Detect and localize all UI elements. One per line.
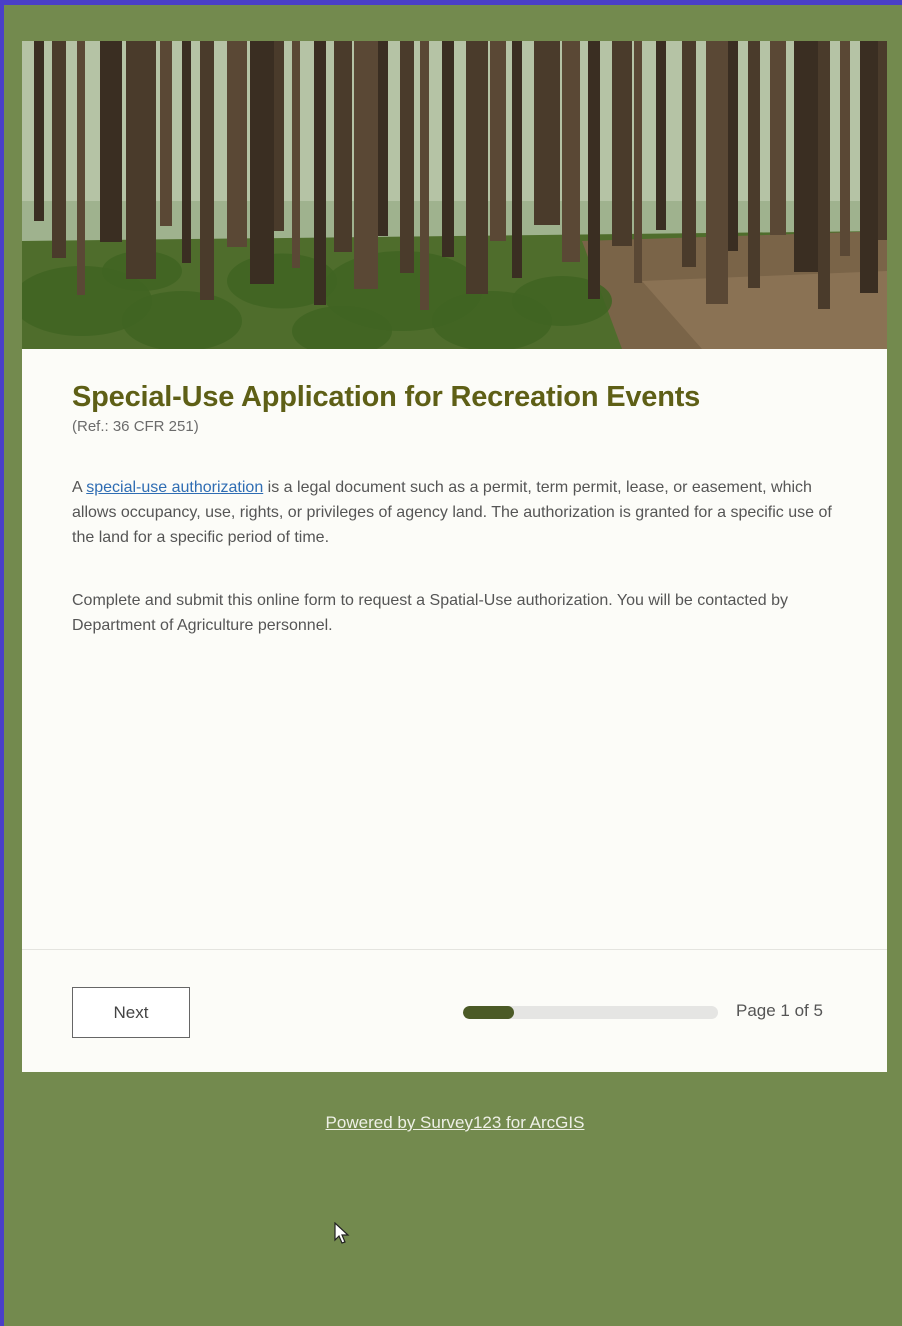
mouse-cursor-icon xyxy=(334,1222,350,1244)
powered-by-link[interactable]: Powered by Survey123 for ArcGIS xyxy=(326,1113,585,1132)
intro-prefix: A xyxy=(72,479,87,496)
powered-by: Powered by Survey123 for ArcGIS xyxy=(4,1113,902,1133)
form-header: Special-Use Application for Recreation E… xyxy=(22,349,887,638)
page-title: Special-Use Application for Recreation E… xyxy=(72,381,701,413)
forest-banner-image xyxy=(22,41,887,349)
footer-divider xyxy=(22,949,887,950)
instructions-paragraph: Complete and submit this online form to … xyxy=(72,592,788,634)
next-button[interactable]: Next xyxy=(72,987,190,1038)
reference-text: (Ref.: 36 CFR 251) xyxy=(72,418,199,435)
survey-card: Special-Use Application for Recreation E… xyxy=(22,41,887,1072)
progress-bar xyxy=(463,1006,718,1019)
page-indicator: Page 1 of 5 xyxy=(736,1001,823,1020)
special-use-authorization-link[interactable]: special-use authorization xyxy=(86,479,263,496)
page-background: Special-Use Application for Recreation E… xyxy=(4,5,902,1326)
progress-bar-fill xyxy=(463,1006,514,1019)
forest-photo-icon xyxy=(22,41,887,349)
intro-paragraph: A special-use authorization is a legal d… xyxy=(72,475,837,550)
